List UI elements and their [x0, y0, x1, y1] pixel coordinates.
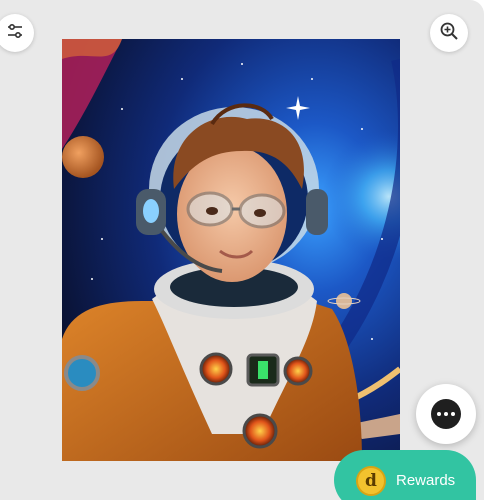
- rewards-label: Rewards: [396, 472, 456, 489]
- zoom-in-button[interactable]: [430, 14, 468, 52]
- coin-icon: d: [356, 466, 386, 496]
- chat-bubble-icon: [431, 399, 461, 429]
- chat-button[interactable]: [416, 384, 476, 444]
- filter-button[interactable]: [0, 14, 34, 52]
- rewards-button[interactable]: d Rewards: [334, 450, 476, 500]
- right-gutter: [484, 0, 497, 500]
- astronaut-artwork[interactable]: [62, 39, 400, 461]
- image-viewer: d Rewards: [0, 0, 484, 500]
- artwork-illustration: [62, 39, 400, 461]
- zoom-in-icon: [439, 21, 459, 46]
- sliders-icon: [6, 22, 24, 45]
